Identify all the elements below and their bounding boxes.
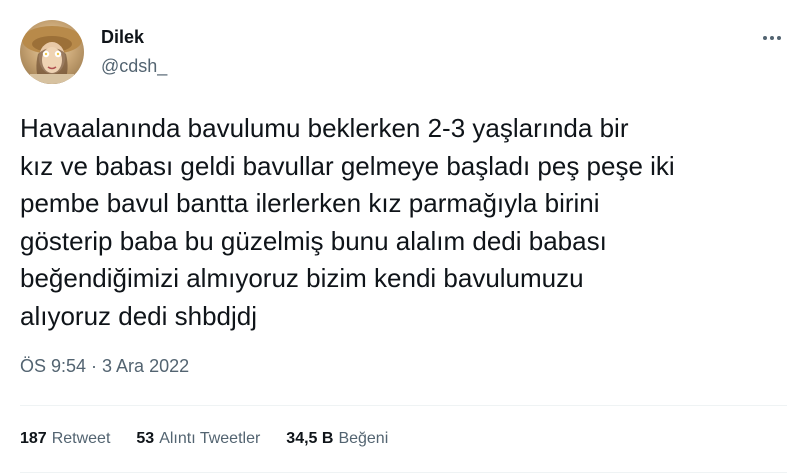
retweet-label: Retweet: [51, 430, 111, 447]
divider: [20, 405, 787, 406]
quote-count[interactable]: 53 Alıntı Tweetler: [136, 430, 260, 448]
more-options-icon[interactable]: [756, 26, 788, 50]
like-count[interactable]: 34,5 B Beğeni: [286, 430, 388, 448]
retweet-count[interactable]: 187 Retweet: [20, 430, 110, 448]
tweet-stats: 187 Retweet 53 Alıntı Tweetler 34,5 B Be…: [20, 428, 388, 450]
tweet-timestamp[interactable]: ÖS 9:54 · 3 Ara 2022: [20, 356, 189, 377]
tweet-card: Dilek @cdsh_ Havaalanında bavulumu bekle…: [0, 0, 807, 476]
like-label: Beğeni: [338, 430, 389, 447]
divider: [20, 472, 787, 473]
like-number: 34,5 B: [286, 430, 334, 447]
avatar[interactable]: [20, 20, 84, 84]
avatar-image: [22, 26, 82, 84]
quote-label: Alıntı Tweetler: [159, 430, 261, 447]
author-handle[interactable]: @cdsh_: [101, 56, 167, 77]
quote-number: 53: [136, 430, 155, 447]
retweet-number: 187: [20, 430, 47, 447]
author-name[interactable]: Dilek: [101, 27, 144, 48]
tweet-text: Havaalanında bavulumu beklerken 2-3 yaşl…: [20, 113, 675, 331]
